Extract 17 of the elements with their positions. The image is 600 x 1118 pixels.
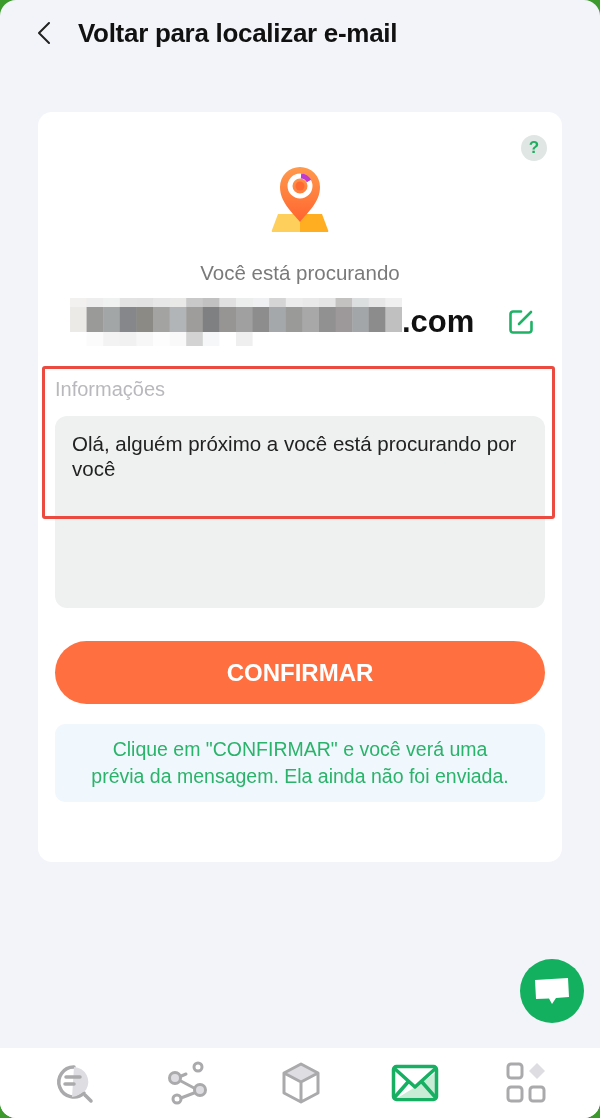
help-button[interactable]: ? — [521, 135, 547, 161]
message-field[interactable]: Olá, alguém próximo a você está procurando por você — [55, 416, 545, 608]
email-address: .com — [402, 304, 475, 340]
info-note: Clique em "CONFIRMAR" e você verá uma prévia da mensagem. Ela ainda não foi enviada. — [55, 724, 545, 802]
field-label: Informações — [55, 378, 167, 400]
edit-button[interactable] — [508, 309, 535, 335]
grid-icon — [506, 1062, 549, 1104]
edit-icon — [508, 309, 535, 335]
chevron-left-icon — [38, 22, 50, 44]
location-pin-icon — [270, 165, 330, 233]
prompt-text: Você está procurando — [200, 261, 400, 285]
confirm-button[interactable]: CONFIRMAR — [55, 641, 545, 704]
speech-bubble-icon — [534, 976, 570, 1006]
nav-tab[interactable] — [506, 1062, 549, 1104]
nav-tab[interactable] — [390, 1064, 439, 1102]
page-title: Voltar para localizar e-mail — [78, 17, 398, 49]
envelope-icon — [390, 1064, 439, 1102]
